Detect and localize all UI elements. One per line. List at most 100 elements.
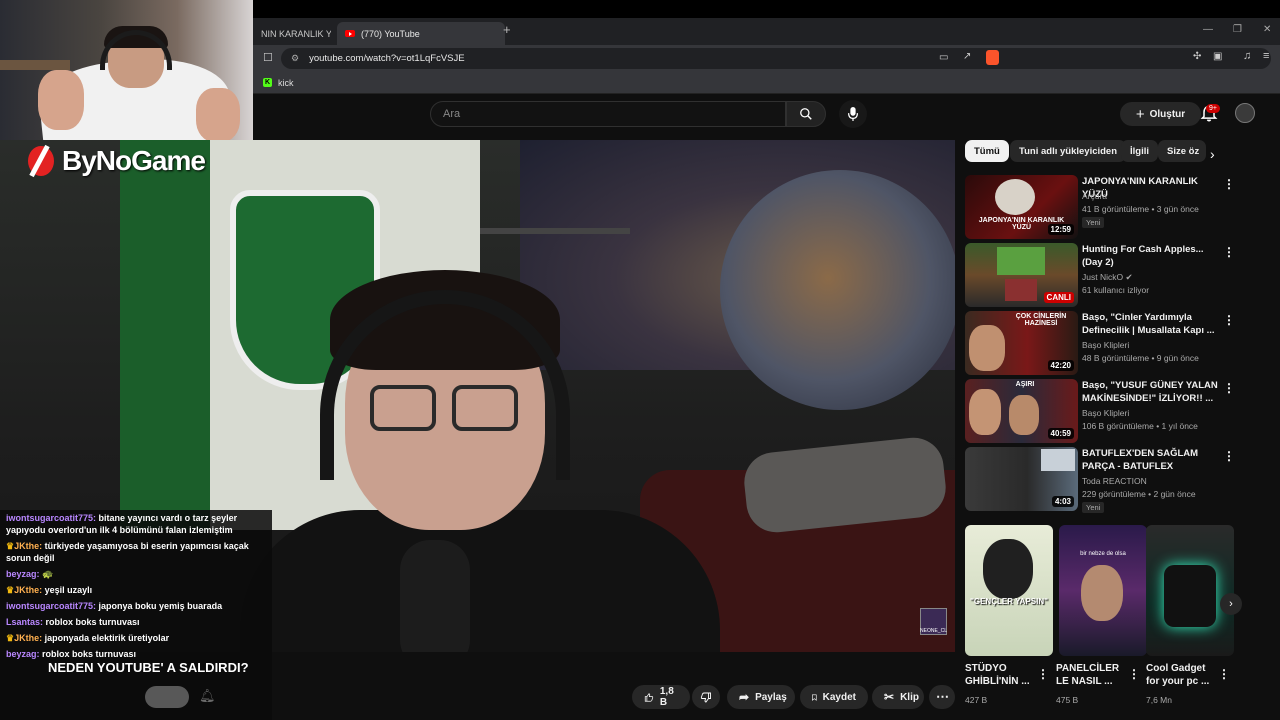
short-views: 427 B [965,695,988,705]
youtube-favicon-icon [345,30,355,37]
channel-name[interactable]: Başo Klipleri [1082,340,1129,350]
chip-related[interactable]: İlgili [1121,140,1158,162]
face-figure [1081,565,1123,621]
more-vertical-icon[interactable]: ⋮ [1223,313,1235,327]
recommendation-item[interactable]: 4:03 BATUFLEX'DEN SAĞLAM PARÇA - BATUFLE… [965,447,1265,513]
more-vertical-icon[interactable]: ⋮ [1223,245,1235,259]
crown-icon: ♛ [6,541,15,551]
voice-search-button[interactable] [839,100,867,128]
more-vertical-icon[interactable]: ⋮ [1128,667,1140,681]
chip-uploader[interactable]: Tuni adlı yükleyiciden [1010,140,1127,162]
create-button[interactable]: + Oluştur [1120,102,1201,126]
clip-button[interactable]: ✂ Klip [872,685,924,709]
search-placeholder: Ara [443,108,461,120]
like-button[interactable]: 1,8 B [632,685,690,709]
dislike-button[interactable] [692,685,720,709]
chat-message: Lsantas: roblox boks turnuvası [0,614,272,630]
video-meta: 61 kullanıcı izliyor [1082,285,1150,295]
bookmark-icon[interactable]: ☐ [263,51,273,64]
face-figure [969,325,1005,371]
more-vertical-icon[interactable]: ⋮ [1223,381,1235,395]
chat-text: yeşil uzaylı [44,585,93,595]
chat-username: JKthe: [14,585,43,595]
chat-text: japonyada elektirik üretiyolar [44,633,170,643]
video-title: NEDEN YOUTUBE' A SALDIRDI? [48,660,249,675]
plus-icon: + [1135,105,1145,123]
search-button[interactable] [786,101,826,127]
video-duration: 42:20 [1047,360,1074,371]
recommendation-item[interactable]: CANLI Hunting For Cash Apples...(Day 2) … [965,243,1265,307]
video-title: Başo, "Cinler Yardımıyla Definecilik | M… [1082,312,1215,336]
save-button[interactable]: Kaydet [800,685,868,709]
more-vertical-icon[interactable]: ⋮ [1223,177,1235,191]
more-vertical-icon[interactable]: ⋮ [1037,667,1049,681]
picture-in-picture-thumbnail: NEONE_CL [920,608,947,635]
extensions-icon[interactable]: ✣ [1193,51,1201,62]
channel-name[interactable]: Just NickO ✔ [1082,272,1133,283]
chip-all[interactable]: Tümü [965,140,1009,162]
recommendation-item[interactable]: AŞIRI 40:59 Başo, "YUSUF GÜNEY YALAN MAK… [965,379,1265,443]
like-count: 1,8 B [659,686,674,708]
chat-username: JKthe: [14,541,43,551]
new-tab-button[interactable]: + [503,22,511,37]
face-figure [969,389,1001,435]
subscribe-button[interactable] [145,686,189,708]
video-thumbnail: JAPONYA'NIN KARANLIK YÜZÜ 12:59 [965,175,1078,239]
browser-tab-youtube[interactable]: (770) YouTube [337,22,505,45]
short-title: Cool Gadget for your pc ... [1146,663,1210,687]
chat-message: ♛JKthe: japonyada elektirik üretiyolar [0,630,272,646]
bookmark-kick[interactable]: kick [278,78,294,88]
video-title: Hunting For Cash Apples...(Day 2) [1082,244,1204,268]
more-vertical-icon[interactable]: ⋮ [1223,449,1235,463]
minimize-icon[interactable]: — [1203,24,1213,35]
chat-text: roblox boks turnuvası [45,617,140,627]
create-label: Oluştur [1149,108,1186,120]
site-info-icon[interactable]: ⚙ [291,53,299,64]
menu-icon[interactable]: ≡ [1263,50,1269,62]
video-duration: 40:59 [1047,428,1074,439]
chevron-right-icon[interactable]: › [1210,146,1215,162]
share-button[interactable]: ➦ Paylaş [727,685,795,709]
channel-name[interactable]: Toda REACTION [1082,476,1147,486]
video-title: Başo, "YUSUF GÜNEY YALAN MAKİNESİNDE!" İ… [1082,380,1218,404]
notification-bell-icon[interactable]: 🔔︎ [199,688,216,704]
video-thumbnail: AŞIRI 40:59 [965,379,1078,443]
url-text: youtube.com/watch?v=ot1LqFcVSJE [309,53,465,64]
browser-tab-japonya[interactable]: NIN KARANLIK YÜZÜ [253,22,331,45]
recommendation-item[interactable]: ÇOK CİNLERİN HAZİNESİ 42:20 Başo, "Cinle… [965,311,1265,375]
video-meta: 229 görüntüleme • 2 gün önce [1082,489,1196,499]
game-panel [1005,279,1037,301]
restore-icon[interactable]: ❐ [1233,24,1242,35]
close-icon[interactable]: ✕ [1263,24,1271,35]
account-avatar[interactable] [1235,103,1255,123]
cast-icon[interactable]: ▭ [939,52,948,63]
more-vertical-icon[interactable]: ⋮ [1218,667,1230,681]
browser-tab-strip: NIN KARANLIK YÜZÜ (770) YouTube + — ❐ ✕ [253,18,1280,45]
notifications-badge: 9+ [1206,104,1220,113]
chat-username: beyzag: [6,569,40,579]
more-actions-button[interactable]: ⋯ [929,685,955,709]
face-figure [1009,395,1039,435]
short-thumbnail[interactable] [1146,525,1234,656]
chip-for-you[interactable]: Size öz [1158,140,1206,162]
short-thumbnail[interactable]: "GENÇLER YAPSIN" [965,525,1053,656]
brave-shield-icon[interactable] [986,50,999,65]
chat-text: türkiyede yaşamıyosa bi eserin yapımcısı… [6,541,249,563]
channel-name[interactable]: Başo Klipleri [1082,408,1129,418]
kick-logo-icon: K [263,78,272,87]
bookmarks-bar: K kick [253,72,1280,94]
share-page-icon[interactable]: ↗ [963,51,971,62]
wallet-icon[interactable]: ▣ [1213,51,1222,62]
recommendation-item[interactable]: JAPONYA'NIN KARANLIK YÜZÜ 12:59 JAPONYA'… [965,175,1265,239]
short-thumbnail[interactable]: bir nebze de olsa [1059,525,1147,656]
demon-mask-figure [995,179,1035,215]
search-input[interactable]: Ara [430,101,786,127]
thumbnail-text: ÇOK CİNLERİN HAZİNESİ [1015,313,1067,327]
media-icon[interactable]: ♫ [1243,50,1251,62]
scissors-icon: ✂ [884,690,895,704]
pip-label: NEONE_CL [920,628,947,634]
shorts-next-button[interactable]: › [1220,593,1242,615]
url-field[interactable]: ⚙ youtube.com/watch?v=ot1LqFcVSJE [281,48,1271,69]
chat-message: ♛JKthe: yeşil uzaylı [0,582,272,598]
channel-name[interactable]: Arçura [1082,191,1107,201]
